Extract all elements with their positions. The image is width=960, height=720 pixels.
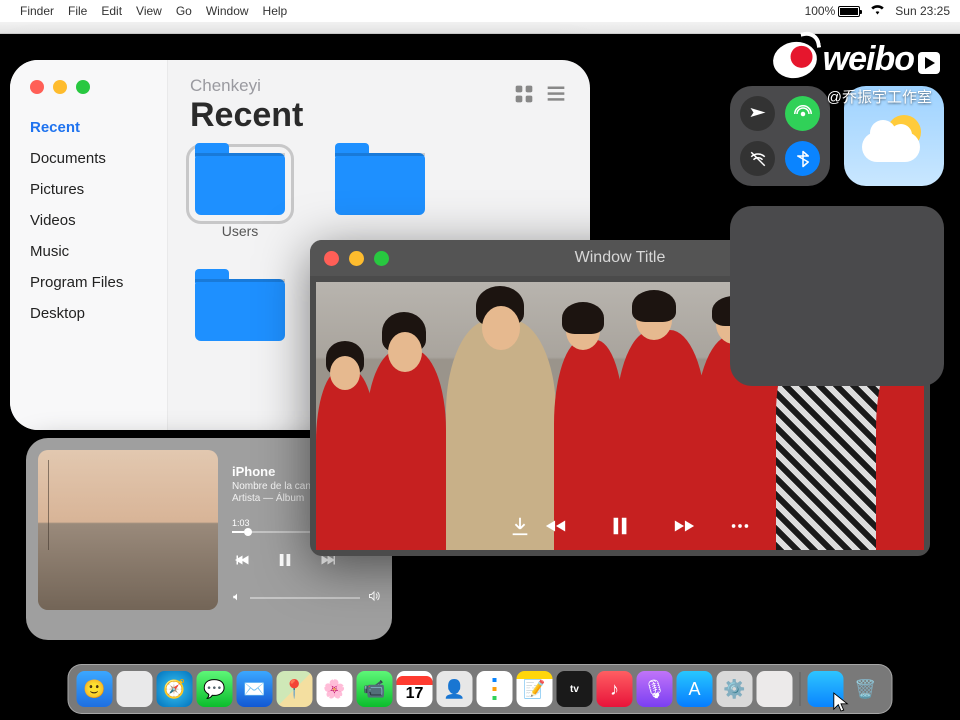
- volume-low-icon: [232, 591, 242, 605]
- control-center-widget: [730, 86, 830, 186]
- sidebar-item-pictures[interactable]: Pictures: [24, 174, 153, 205]
- folder-unnamed-1[interactable]: [330, 153, 430, 239]
- weibo-brand-text: weibo: [823, 40, 914, 79]
- weibo-handle: @乔振宇工作室: [827, 86, 932, 107]
- sidebar-item-recent[interactable]: Recent: [24, 112, 153, 143]
- sidebar-item-videos[interactable]: Videos: [24, 205, 153, 236]
- weibo-logo-icon: [770, 38, 820, 81]
- rewind-icon[interactable]: [542, 512, 570, 540]
- volume-high-icon: [368, 590, 380, 605]
- dock-tv[interactable]: tv: [557, 671, 593, 707]
- dock-notes[interactable]: 📝: [517, 671, 553, 707]
- dock-podcasts[interactable]: 🎙: [637, 671, 673, 707]
- dock-contacts[interactable]: 👤: [437, 671, 473, 707]
- weibo-play-icon: [918, 52, 940, 74]
- maximize-button[interactable]: [76, 80, 90, 94]
- minimize-button[interactable]: [53, 80, 67, 94]
- finder-sidebar: Recent Documents Pictures Videos Music P…: [10, 60, 168, 430]
- folder-icon: [195, 279, 285, 341]
- sidebar-item-desktop[interactable]: Desktop: [24, 298, 153, 329]
- sidebar-item-program-files[interactable]: Program Files: [24, 267, 153, 298]
- airplane-mode-toggle[interactable]: [740, 96, 775, 131]
- dock-appstore[interactable]: A: [677, 671, 713, 707]
- dock-blank[interactable]: [757, 671, 793, 707]
- close-button[interactable]: [30, 80, 44, 94]
- download-icon[interactable]: [506, 512, 534, 540]
- menu-go[interactable]: Go: [176, 4, 192, 18]
- dock-messages[interactable]: 💬: [197, 671, 233, 707]
- minimize-button[interactable]: [349, 251, 364, 266]
- album-art[interactable]: [38, 450, 218, 610]
- folder-unnamed-2[interactable]: [190, 279, 290, 371]
- menu-window[interactable]: Window: [206, 4, 249, 18]
- play-pause-icon[interactable]: [276, 551, 294, 572]
- maximize-button[interactable]: [374, 251, 389, 266]
- wifi-icon[interactable]: [870, 4, 885, 18]
- sidebar-item-music[interactable]: Music: [24, 236, 153, 267]
- menu-edit[interactable]: Edit: [101, 4, 122, 18]
- menu-view[interactable]: View: [136, 4, 162, 18]
- battery-percent: 100%: [805, 4, 836, 18]
- bluetooth-toggle[interactable]: [785, 141, 820, 176]
- battery-status[interactable]: 100%: [805, 4, 861, 18]
- cloud-icon: [862, 132, 920, 162]
- dock-photos[interactable]: 🌸: [317, 671, 353, 707]
- folder-users[interactable]: Users: [190, 153, 290, 239]
- page-title: Recent: [190, 96, 568, 135]
- close-button[interactable]: [324, 251, 339, 266]
- weibo-watermark: weibo: [773, 40, 940, 79]
- menu-finder[interactable]: Finder: [20, 4, 54, 18]
- dock-settings[interactable]: ⚙️: [717, 671, 753, 707]
- dock-calendar[interactable]: 17: [397, 671, 433, 707]
- sidebar-item-documents[interactable]: Documents: [24, 143, 153, 174]
- dock-finder[interactable]: 🙂: [77, 671, 113, 707]
- pause-icon[interactable]: [606, 512, 634, 540]
- dock-maps[interactable]: 📍: [277, 671, 313, 707]
- dock-mail[interactable]: ✉️: [237, 671, 273, 707]
- menubar-clock[interactable]: Sun 23:25: [895, 4, 950, 18]
- traffic-lights: [30, 80, 90, 94]
- window-title: Window Title: [575, 249, 666, 267]
- dock-facetime[interactable]: 📹: [357, 671, 393, 707]
- menubar: Finder File Edit View Go Window Help 100…: [0, 0, 960, 22]
- more-icon[interactable]: [726, 512, 754, 540]
- dock-reminders[interactable]: [477, 671, 513, 707]
- dock-music[interactable]: ♪: [597, 671, 633, 707]
- list-view-icon[interactable]: [546, 84, 566, 109]
- dock-launchpad[interactable]: [117, 671, 153, 707]
- battery-icon: [838, 6, 860, 17]
- wifi-toggle[interactable]: [740, 141, 775, 176]
- airdrop-toggle[interactable]: [785, 96, 820, 131]
- prev-track-icon[interactable]: [232, 551, 250, 572]
- dock: 🙂 🧭 💬 ✉️ 📍 🌸 📹 17 👤 📝 tv ♪ 🎙 A ⚙️ 🗑️: [68, 664, 893, 714]
- menu-help[interactable]: Help: [263, 4, 288, 18]
- mouse-cursor-icon: [832, 691, 850, 718]
- breadcrumb[interactable]: Chenkeyi: [190, 76, 568, 96]
- dock-separator: [800, 672, 801, 706]
- menu-file[interactable]: File: [68, 4, 87, 18]
- window-tabbar: [0, 22, 960, 34]
- volume-slider[interactable]: [250, 597, 360, 599]
- dock-trash[interactable]: 🗑️: [848, 671, 884, 707]
- folder-icon: [335, 153, 425, 215]
- folder-icon: [195, 153, 285, 215]
- forward-icon[interactable]: [670, 512, 698, 540]
- dock-safari[interactable]: 🧭: [157, 671, 193, 707]
- video-controls: [316, 512, 924, 540]
- folder-label: Users: [190, 223, 290, 239]
- grid-view-icon[interactable]: [514, 84, 534, 109]
- blank-widget: [730, 206, 944, 386]
